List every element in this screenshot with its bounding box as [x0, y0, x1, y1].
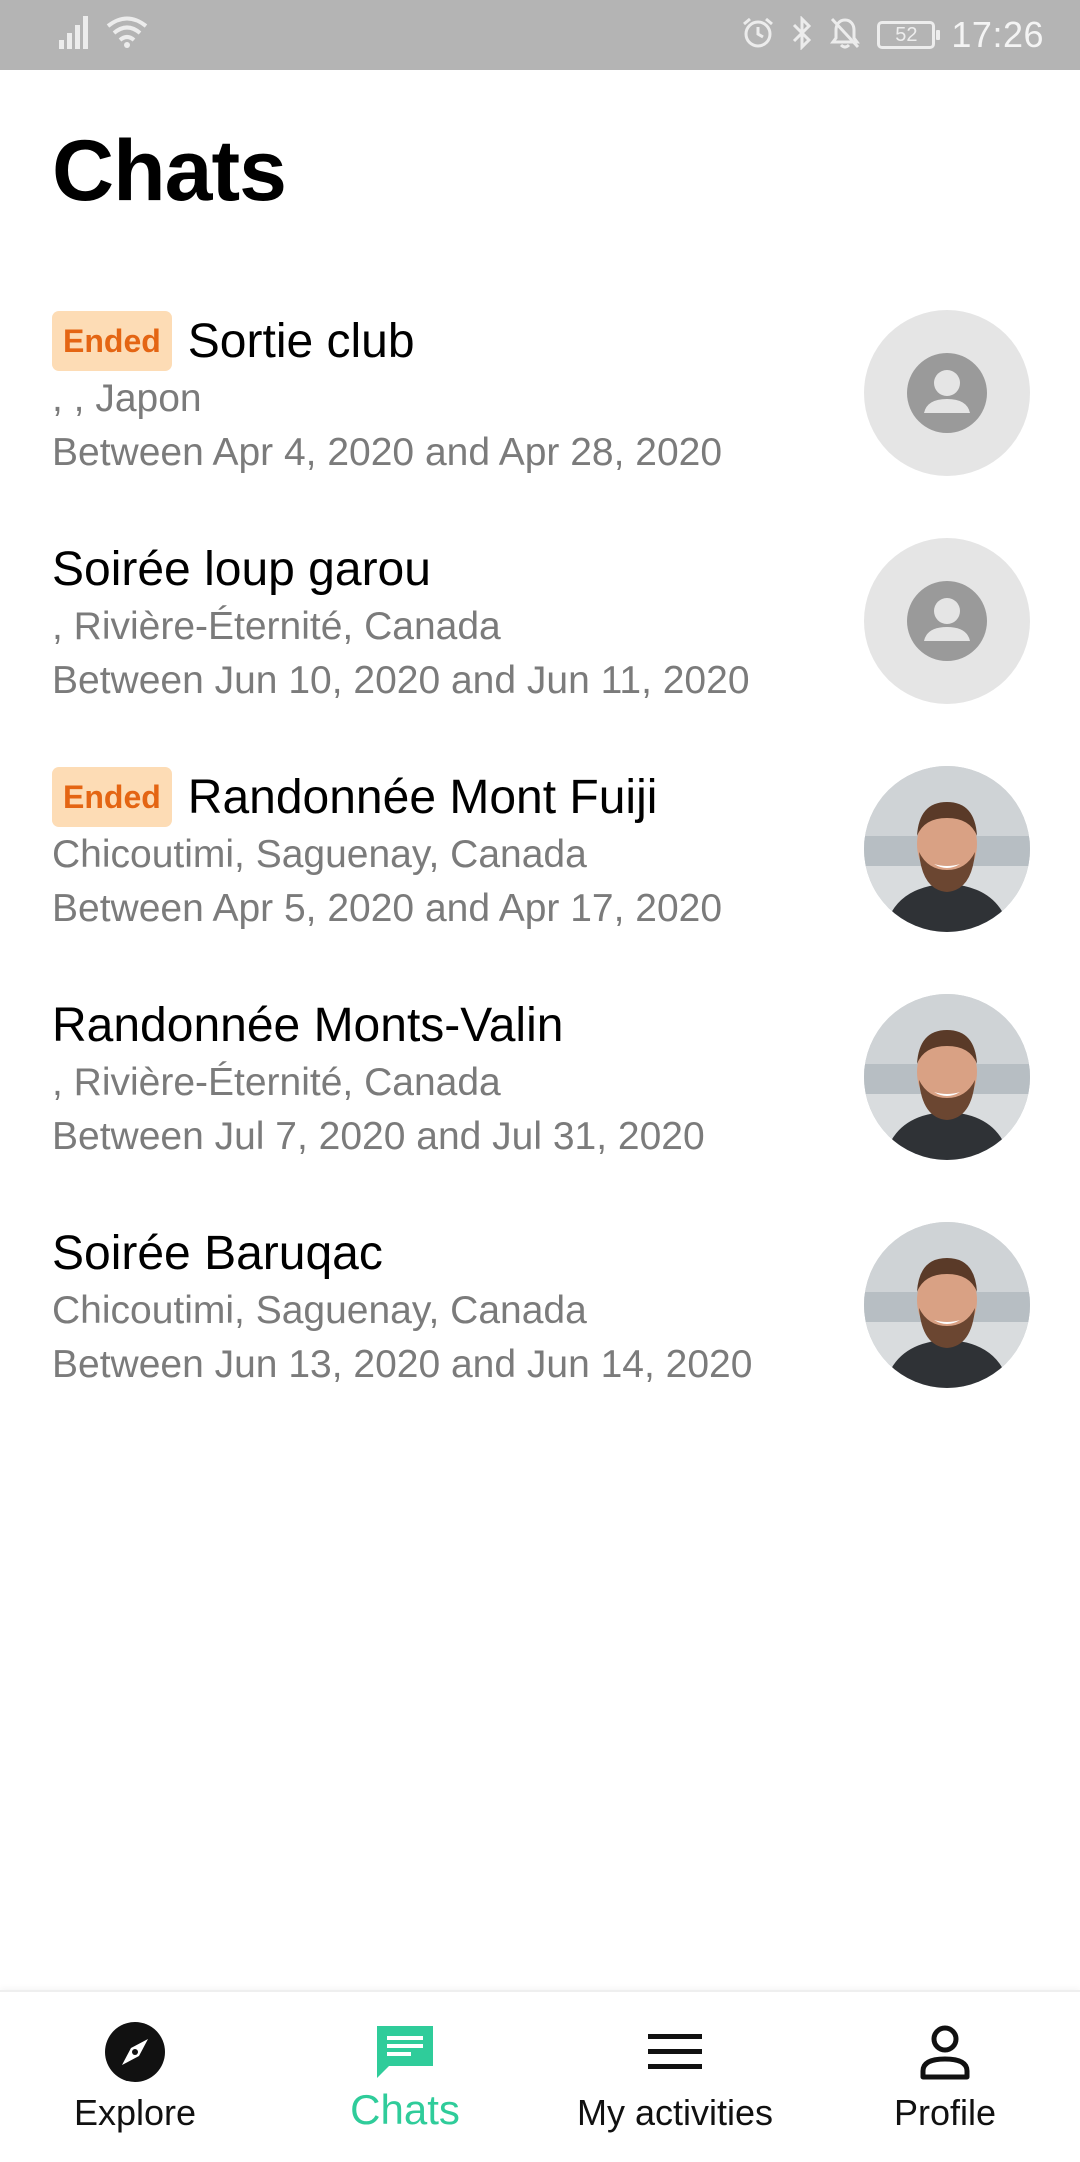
avatar — [864, 310, 1030, 476]
chat-list-item[interactable]: Soirée loup garou , Rivière-Éternité, Ca… — [0, 528, 1080, 756]
compass-icon — [103, 2020, 167, 2084]
avatar — [864, 1222, 1030, 1388]
chat-list-item[interactable]: Randonnée Monts-Valin , Rivière-Éternité… — [0, 984, 1080, 1212]
chat-text: Ended Sortie club , , Japon Between Apr … — [52, 310, 872, 480]
person-placeholder-icon — [907, 581, 987, 661]
chat-dates: Between Jun 10, 2020 and Jun 11, 2020 — [52, 659, 750, 702]
chat-dates: Between Jun 13, 2020 and Jun 14, 2020 — [52, 1343, 753, 1386]
chat-title-row: Randonnée Monts-Valin — [52, 994, 872, 1056]
chat-title-row: Ended Randonnée Mont Fuiji — [52, 766, 872, 828]
menu-icon — [643, 2020, 707, 2084]
chat-title-row: Soirée loup garou — [52, 538, 872, 600]
bluetooth-icon — [791, 14, 813, 55]
chat-text: Ended Randonnée Mont Fuiji Chicoutimi, S… — [52, 766, 872, 936]
bottom-nav: Explore Chats My activities Profile — [0, 1990, 1080, 2162]
chat-list: Ended Sortie club , , Japon Between Apr … — [0, 300, 1080, 1440]
status-right: 52 17:26 — [741, 12, 1044, 58]
chat-text: Randonnée Monts-Valin , Rivière-Éternité… — [52, 994, 872, 1164]
chat-dates: Between Jul 7, 2020 and Jul 31, 2020 — [52, 1115, 705, 1158]
chat-list-item[interactable]: Ended Randonnée Mont Fuiji Chicoutimi, S… — [0, 756, 1080, 984]
person-icon — [913, 2020, 977, 2084]
user-photo — [864, 1222, 1030, 1388]
chat-list-item[interactable]: Ended Sortie club , , Japon Between Apr … — [0, 300, 1080, 528]
page-title: Chats — [52, 123, 287, 219]
chat-title-row: Soirée Baruqac — [52, 1222, 872, 1284]
chat-location: , Rivière-Éternité, Canada — [52, 605, 501, 648]
chat-title: Randonnée Monts-Valin — [52, 998, 564, 1052]
chat-text: Soirée loup garou , Rivière-Éternité, Ca… — [52, 538, 872, 708]
nav-profile[interactable]: Profile — [810, 1992, 1080, 2162]
user-photo — [864, 766, 1030, 932]
chat-title: Soirée Baruqac — [52, 1226, 383, 1280]
chat-list-item[interactable]: Soirée Baruqac Chicoutimi, Saguenay, Can… — [0, 1212, 1080, 1440]
chat-location: Chicoutimi, Saguenay, Canada — [52, 833, 587, 876]
avatar — [864, 766, 1030, 932]
nav-my-activities[interactable]: My activities — [540, 1992, 810, 2162]
nav-chats[interactable]: Chats — [270, 1992, 540, 2162]
status-bar: 52 17:26 — [0, 0, 1080, 70]
person-placeholder-icon — [907, 353, 987, 433]
ended-badge: Ended — [52, 767, 172, 827]
chat-location: Chicoutimi, Saguenay, Canada — [52, 1289, 587, 1332]
avatar — [864, 994, 1030, 1160]
battery-level: 52 — [895, 23, 918, 46]
avatar — [864, 538, 1030, 704]
alarm-icon — [741, 16, 775, 55]
status-left — [58, 14, 148, 55]
wifi-icon — [106, 15, 148, 54]
nav-explore[interactable]: Explore — [0, 1992, 270, 2162]
chat-title: Sortie club — [187, 314, 415, 368]
chat-title: Soirée loup garou — [52, 542, 431, 596]
chat-icon — [373, 2020, 437, 2084]
nav-profile-label: Profile — [893, 2092, 997, 2133]
chat-dates: Between Apr 5, 2020 and Apr 17, 2020 — [52, 887, 723, 930]
chat-dates: Between Apr 4, 2020 and Apr 28, 2020 — [52, 431, 723, 474]
cellular-signal-icon — [58, 14, 92, 55]
ended-badge: Ended — [52, 311, 172, 371]
chat-title: Randonnée Mont Fuiji — [187, 770, 658, 824]
battery-icon: 52 — [877, 21, 941, 49]
notifications-off-icon — [829, 16, 861, 55]
nav-my-activities-label: My activities — [576, 2092, 774, 2133]
user-photo — [864, 994, 1030, 1160]
chat-location: , , Japon — [52, 377, 202, 420]
chat-text: Soirée Baruqac Chicoutimi, Saguenay, Can… — [52, 1222, 872, 1392]
chat-title-row: Ended Sortie club — [52, 310, 872, 372]
nav-explore-label: Explore — [73, 2092, 197, 2133]
chat-location: , Rivière-Éternité, Canada — [52, 1061, 501, 1104]
nav-chats-label: Chats — [350, 2086, 460, 2133]
status-time: 17:26 — [951, 14, 1044, 55]
